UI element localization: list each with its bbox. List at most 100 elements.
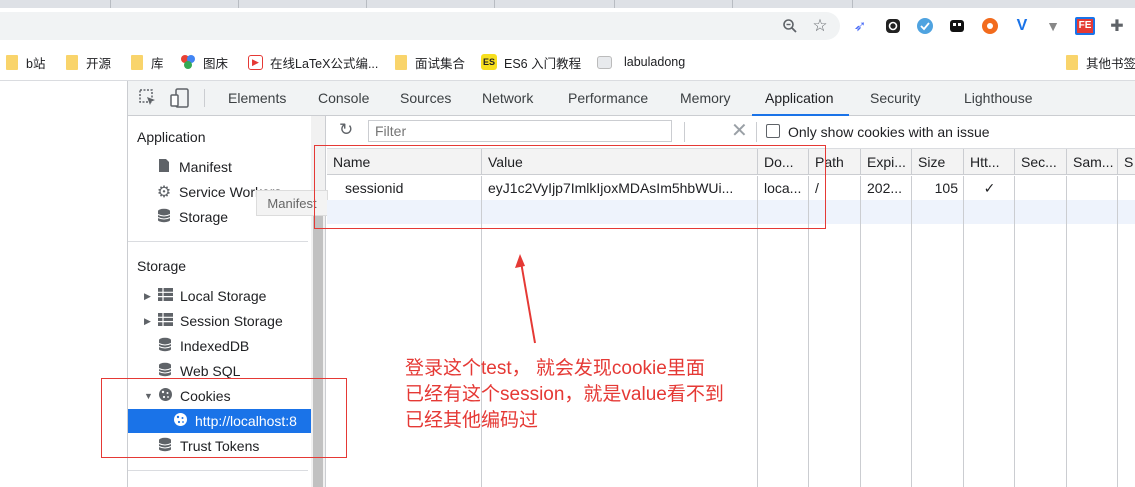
tab-performance[interactable]: Performance xyxy=(568,90,648,106)
folder-icon xyxy=(6,54,18,70)
cell-more[interactable] xyxy=(1118,176,1135,200)
expand-triangle-icon[interactable]: ▶ xyxy=(144,291,154,302)
devtools-toolbar: Elements Console Sources Network Perform… xyxy=(128,81,1135,116)
bookmark-lib[interactable]: 库 xyxy=(131,53,164,71)
extension-grid-icon[interactable] xyxy=(945,14,969,38)
database-icon xyxy=(156,208,172,226)
extension-check-icon[interactable] xyxy=(913,14,937,38)
cell-expires[interactable]: 202... xyxy=(861,176,912,200)
extension-v-icon[interactable]: V xyxy=(1010,14,1034,38)
folder-icon xyxy=(66,54,78,70)
tab-elements[interactable]: Elements xyxy=(228,90,286,106)
bookmark-b-site[interactable]: b站 xyxy=(6,53,45,71)
bookmark-interview[interactable]: 面试集合 xyxy=(395,53,465,71)
annotation-text: 登录这个test， 就会发现cookie里面 已经有这个session，就是va… xyxy=(405,358,724,431)
address-bar[interactable] xyxy=(0,12,840,40)
database-icon xyxy=(157,337,173,355)
column-divider xyxy=(1066,176,1067,487)
tab-memory[interactable]: Memory xyxy=(680,90,731,106)
extension-loop-icon[interactable] xyxy=(881,14,905,38)
column-header-secure[interactable]: Sec... xyxy=(1015,149,1067,175)
application-heading: Application xyxy=(137,129,206,145)
sidebar-item-label: Storage xyxy=(179,209,229,225)
folder-icon xyxy=(395,54,407,70)
sidebar-item-label: Session Storage xyxy=(180,313,283,329)
gear-icon: ⚙ xyxy=(156,184,172,201)
sidebar-item-session-storage[interactable]: ▶ Session Storage xyxy=(144,310,283,332)
browser-tab[interactable] xyxy=(0,0,111,8)
bookmark-es6[interactable]: ES ES6 入门教程 xyxy=(481,53,581,71)
browser-tab-strip[interactable] xyxy=(0,0,1135,8)
folder-icon xyxy=(1066,54,1078,70)
bookmark-star-icon[interactable]: ☆ xyxy=(808,14,832,38)
bookmark-label: 图床 xyxy=(203,56,229,71)
storage-heading: Storage xyxy=(137,258,187,274)
browser-tab[interactable] xyxy=(614,0,733,8)
inspect-element-icon[interactable] xyxy=(138,88,158,108)
colorful-dots-icon xyxy=(180,54,196,70)
only-issue-label: Only show cookies with an issue xyxy=(788,124,990,140)
column-header-size[interactable]: Size xyxy=(912,149,964,175)
cell-secure[interactable] xyxy=(1015,176,1067,200)
extension-orange-icon[interactable] xyxy=(978,14,1002,38)
bookmarks-bar: b站 开源 库 图床 ▶ 在线LaTeX公式编... 面试集合 ES ES6 入… xyxy=(0,44,1135,81)
column-header-expires[interactable]: Expi... xyxy=(861,149,912,175)
bookmark-label: 在线LaTeX公式编... xyxy=(270,56,379,71)
sidebar-item-indexeddb[interactable]: IndexedDB xyxy=(157,335,249,357)
clear-all-icon[interactable]: ✕ xyxy=(731,119,748,143)
column-divider xyxy=(1117,176,1118,487)
extension-filter-icon[interactable]: ▼ xyxy=(1041,14,1065,38)
cell-size[interactable]: 105 xyxy=(912,176,964,200)
sidebar-item-manifest[interactable]: Manifest xyxy=(156,156,232,178)
grid-icon xyxy=(157,288,173,304)
annotation-arrow xyxy=(515,254,536,344)
cell-httponly[interactable]: ✓ xyxy=(964,176,1015,200)
file-icon xyxy=(156,158,172,176)
column-header-httponly[interactable]: Htt... xyxy=(964,149,1015,175)
bookmark-labuladong[interactable]: labuladong xyxy=(597,53,685,71)
column-divider xyxy=(963,176,964,487)
filter-input[interactable] xyxy=(368,120,672,142)
extensions-puzzle-icon[interactable]: ✚ xyxy=(1105,14,1129,38)
sidebar-item-storage[interactable]: Storage xyxy=(156,206,228,228)
zoom-icon[interactable] xyxy=(778,14,802,38)
browser-tab[interactable] xyxy=(110,0,239,8)
refresh-icon[interactable]: ↻ xyxy=(339,121,357,139)
es-badge-icon: ES xyxy=(481,54,497,70)
bookmark-latex[interactable]: ▶ 在线LaTeX公式编... xyxy=(248,53,378,71)
bookmark-label: 开源 xyxy=(86,56,112,71)
column-divider xyxy=(1014,176,1015,487)
sidebar-item-label: Manifest xyxy=(179,159,232,175)
extension-fe-icon[interactable]: FE xyxy=(1073,14,1097,38)
tab-network[interactable]: Network xyxy=(482,90,533,106)
bookmark-open-source[interactable]: 开源 xyxy=(66,53,111,71)
page-icon xyxy=(597,55,612,69)
bookmark-image-host[interactable]: 图床 xyxy=(180,53,228,71)
column-header-samesite[interactable]: Sam... xyxy=(1067,149,1118,175)
bookmark-other[interactable]: 其他书签 xyxy=(1066,53,1135,71)
browser-tab[interactable] xyxy=(732,0,853,8)
sidebar-item-label: Local Storage xyxy=(180,288,267,304)
cell-samesite[interactable] xyxy=(1067,176,1118,200)
tab-application[interactable]: Application xyxy=(765,90,834,106)
browser-tab[interactable] xyxy=(494,0,615,8)
bookmark-label: 其他书签 xyxy=(1086,56,1135,71)
latex-editor-icon: ▶ xyxy=(248,54,263,70)
column-header-more[interactable]: S xyxy=(1118,149,1135,175)
tab-security[interactable]: Security xyxy=(870,90,921,106)
bookmark-label: ES6 入门教程 xyxy=(504,56,582,71)
expand-triangle-icon[interactable]: ▶ xyxy=(144,316,154,327)
sidebar-item-local-storage[interactable]: ▶ Local Storage xyxy=(144,285,266,307)
device-toggle-icon[interactable] xyxy=(170,87,190,109)
only-issue-checkbox[interactable] xyxy=(766,124,780,138)
bookmark-label: 库 xyxy=(151,56,164,71)
annotation-box-cookies xyxy=(101,378,347,458)
extension-bird-icon[interactable]: ➶ xyxy=(848,14,872,38)
tab-sources[interactable]: Sources xyxy=(400,90,451,106)
browser-tab[interactable] xyxy=(238,0,367,8)
annotation-box-cookie-row xyxy=(314,145,826,229)
fe-badge: FE xyxy=(1074,17,1096,35)
browser-tab[interactable] xyxy=(366,0,495,8)
tab-lighthouse[interactable]: Lighthouse xyxy=(964,90,1033,106)
tab-console[interactable]: Console xyxy=(318,90,369,106)
